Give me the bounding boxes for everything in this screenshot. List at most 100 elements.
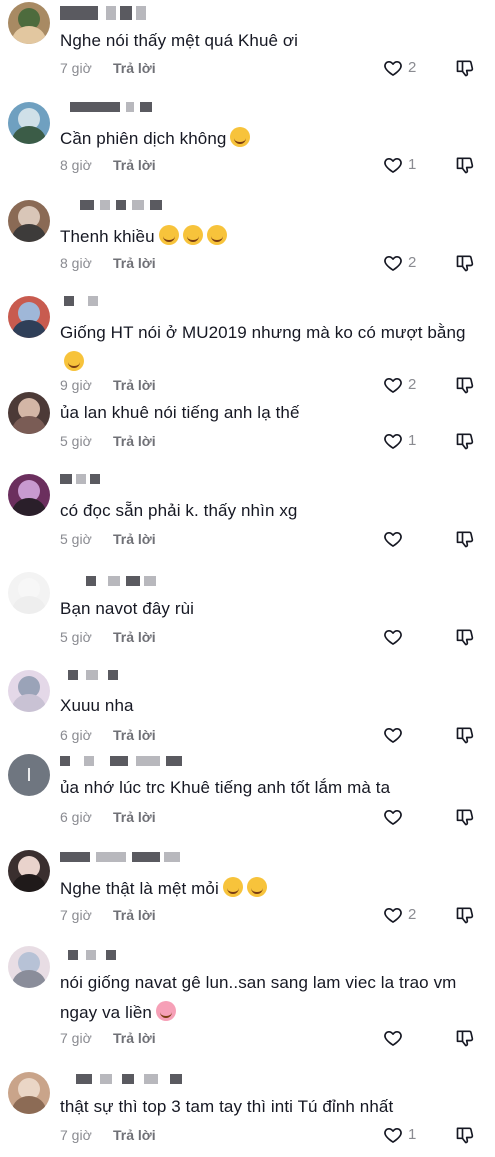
laugh-tears-emoji-icon — [182, 225, 203, 245]
thumbs-down-outline-icon[interactable] — [455, 1125, 475, 1145]
comment-timestamp: 9 giờ — [60, 377, 92, 393]
reply-button[interactable]: Trả lời — [113, 809, 156, 825]
avatar[interactable] — [8, 392, 50, 434]
reply-button[interactable]: Trả lời — [113, 377, 156, 393]
comment-timestamp: 5 giờ — [60, 629, 92, 645]
reply-button[interactable]: Trả lời — [113, 727, 156, 743]
heart-outline-icon[interactable] — [383, 1125, 403, 1145]
heart-outline-icon[interactable] — [383, 807, 403, 827]
smiling-hearts-emoji-icon — [155, 1001, 176, 1021]
rofl-emoji-icon — [64, 351, 84, 371]
comment-text-content: Cần phiên dịch không — [60, 129, 227, 148]
heart-outline-icon[interactable] — [383, 905, 403, 925]
comment-text: thật sự thì top 3 tam tay thì inti Tú đỉ… — [60, 1092, 475, 1122]
avatar[interactable] — [8, 946, 50, 988]
thumbs-down-outline-icon[interactable] — [455, 155, 475, 175]
like-count: 2 — [408, 59, 417, 76]
comment-timestamp: 7 giờ — [60, 1030, 92, 1046]
laugh-tears-emoji-icon — [230, 127, 251, 147]
reply-button[interactable]: Trả lời — [113, 907, 156, 923]
sweat-smile-emoji-icon — [222, 877, 243, 897]
reply-button[interactable]: Trả lời — [113, 255, 156, 271]
laugh-tears-emoji-icon — [158, 225, 179, 245]
heart-outline-icon[interactable] — [383, 58, 403, 78]
heart-outline-icon[interactable] — [383, 155, 403, 175]
reply-button[interactable]: Trả lời — [113, 531, 156, 547]
avatar[interactable] — [8, 474, 50, 516]
comment-text: Cần phiên dịch không — [60, 124, 475, 154]
laugh-tears-emoji-icon — [206, 225, 227, 245]
comment-text: Giống HT nói ở MU2019 nhưng mà ko có mượ… — [60, 318, 475, 378]
comment-text-content: có đọc sẵn phải k. thấy nhìn xg — [60, 501, 298, 520]
comment-timestamp: 5 giờ — [60, 433, 92, 449]
comment-text-content: Nghe nói thấy mệt quá Khuê ơi — [60, 31, 299, 50]
like-count: 2 — [408, 906, 417, 923]
thumbs-down-outline-icon[interactable] — [455, 627, 475, 647]
comment-text-content: Nghe thật là mệt mỏi — [60, 879, 219, 898]
avatar[interactable] — [8, 296, 50, 338]
comment-text: Nghe thật là mệt mỏi — [60, 874, 475, 904]
comment-timestamp: 7 giờ — [60, 60, 92, 76]
reply-button[interactable]: Trả lời — [113, 629, 156, 645]
comment-text: Nghe nói thấy mệt quá Khuê ơi — [60, 26, 475, 56]
heart-outline-icon[interactable] — [383, 725, 403, 745]
avatar[interactable] — [8, 572, 50, 614]
avatar[interactable] — [8, 2, 50, 44]
comment-text: nói giống navat gê lun..san sang lam vie… — [60, 968, 475, 1028]
thumbs-down-outline-icon[interactable] — [455, 725, 475, 745]
sweat-smile-emoji-icon — [246, 877, 267, 897]
thumbs-down-outline-icon[interactable] — [455, 375, 475, 395]
comment-text: Thenh khiều — [60, 222, 475, 252]
thumbs-down-outline-icon[interactable] — [455, 529, 475, 549]
comment-text: ủa lan khuê nói tiếng anh lạ thế — [60, 398, 475, 428]
reply-button[interactable]: Trả lời — [113, 1030, 156, 1046]
reply-button[interactable]: Trả lời — [113, 157, 156, 173]
comment-text-content: nói giống navat gê lun..san sang lam vie… — [60, 973, 457, 1022]
heart-outline-icon[interactable] — [383, 529, 403, 549]
heart-outline-icon[interactable] — [383, 431, 403, 451]
comment-text: Xuuu nha — [60, 691, 475, 721]
heart-outline-icon[interactable] — [383, 253, 403, 273]
comment-timestamp: 8 giờ — [60, 157, 92, 173]
comment-text-content: Xuuu nha — [60, 696, 134, 715]
avatar[interactable] — [8, 200, 50, 242]
comment-text: có đọc sẵn phải k. thấy nhìn xg — [60, 496, 475, 526]
like-count: 1 — [408, 1126, 417, 1143]
like-count: 2 — [408, 376, 417, 393]
comment-timestamp: 6 giờ — [60, 727, 92, 743]
comment-text-content: ủa nhớ lúc trc Khuê tiếng anh tốt lắm mà… — [60, 778, 391, 797]
thumbs-down-outline-icon[interactable] — [455, 253, 475, 273]
reply-button[interactable]: Trả lời — [113, 60, 156, 76]
reply-button[interactable]: Trả lời — [113, 1127, 156, 1143]
avatar-initial: I — [26, 764, 32, 785]
avatar[interactable] — [8, 1072, 50, 1114]
comment-timestamp: 5 giờ — [60, 531, 92, 547]
avatar[interactable] — [8, 850, 50, 892]
comment-text-content: thật sự thì top 3 tam tay thì inti Tú đỉ… — [60, 1097, 394, 1116]
comment-timestamp: 7 giờ — [60, 907, 92, 923]
comment-text: Bạn navot đây rùi — [60, 594, 475, 624]
comment-text-content: Giống HT nói ở MU2019 nhưng mà ko có mượ… — [60, 323, 466, 342]
comment-text-content: Bạn navot đây rùi — [60, 599, 195, 618]
thumbs-down-outline-icon[interactable] — [455, 431, 475, 451]
thumbs-down-outline-icon[interactable] — [455, 58, 475, 78]
comment-text: ủa nhớ lúc trc Khuê tiếng anh tốt lắm mà… — [60, 773, 475, 803]
thumbs-down-outline-icon[interactable] — [455, 1028, 475, 1048]
avatar[interactable]: I — [8, 754, 50, 796]
comment-text-content: Thenh khiều — [60, 227, 155, 246]
thumbs-down-outline-icon[interactable] — [455, 807, 475, 827]
comment-text-content: ủa lan khuê nói tiếng anh lạ thế — [60, 403, 300, 422]
reply-button[interactable]: Trả lời — [113, 433, 156, 449]
like-count: 1 — [408, 432, 417, 449]
heart-outline-icon[interactable] — [383, 1028, 403, 1048]
heart-outline-icon[interactable] — [383, 627, 403, 647]
like-count: 2 — [408, 254, 417, 271]
avatar[interactable] — [8, 670, 50, 712]
comment-timestamp: 8 giờ — [60, 255, 92, 271]
thumbs-down-outline-icon[interactable] — [455, 905, 475, 925]
heart-outline-icon[interactable] — [383, 375, 403, 395]
comment-timestamp: 7 giờ — [60, 1127, 92, 1143]
like-count: 1 — [408, 156, 417, 173]
avatar[interactable] — [8, 102, 50, 144]
comment-timestamp: 6 giờ — [60, 809, 92, 825]
